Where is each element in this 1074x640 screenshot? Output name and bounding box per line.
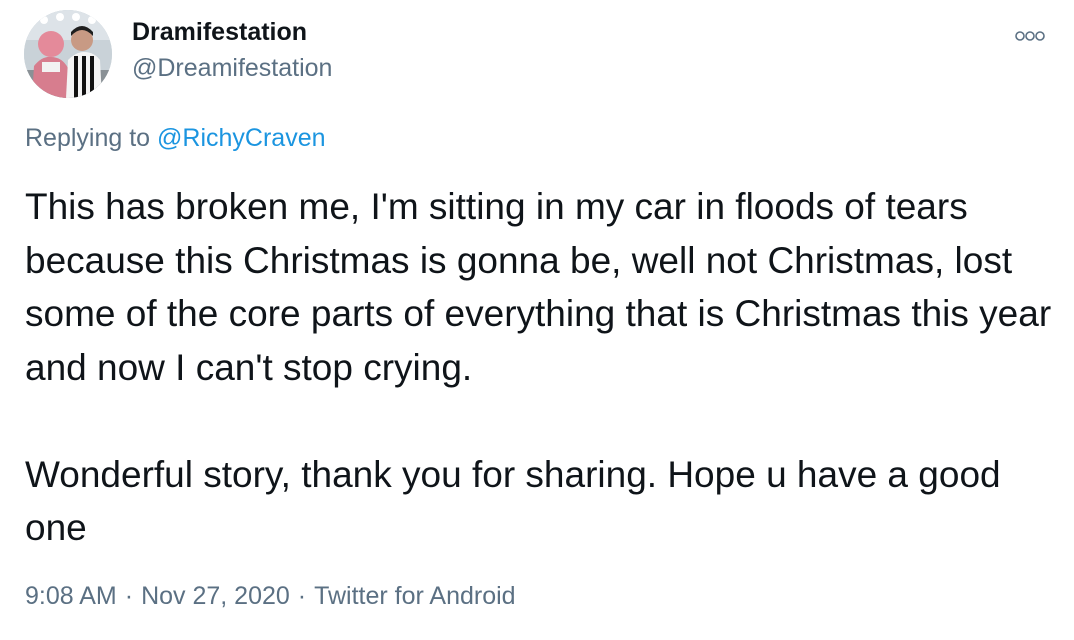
user-handle[interactable]: @Dreamifestation — [132, 54, 332, 83]
meta-separator: · — [124, 582, 134, 610]
avatar-photo-icon — [24, 10, 112, 98]
tweet-text: This has broken me, I'm sitting in my ca… — [25, 180, 1055, 555]
tweet-card: Dramifestation @Dreamifestation Replying… — [0, 0, 1074, 640]
tweet-meta: 9:08 AM · Nov 27, 2020 · Twitter for Android — [25, 582, 516, 611]
avatar[interactable] — [24, 10, 112, 98]
mention-link[interactable]: @RichyCraven — [157, 124, 325, 152]
tweet-paragraph: This has broken me, I'm sitting in my ca… — [25, 186, 1052, 388]
replying-to-label: Replying to — [25, 124, 158, 152]
display-name[interactable]: Dramifestation — [132, 18, 307, 47]
tweet-source[interactable]: Twitter for Android — [314, 582, 515, 610]
more-options-icon — [1015, 31, 1045, 41]
meta-separator: · — [297, 582, 307, 610]
tweet-paragraph: Wonderful story, thank you for sharing. … — [25, 453, 1001, 549]
more-options-button[interactable] — [1010, 22, 1050, 50]
tweet-date[interactable]: Nov 27, 2020 — [141, 582, 290, 610]
tweet-time[interactable]: 9:08 AM — [25, 582, 117, 610]
replying-to: Replying to @RichyCraven — [25, 124, 326, 153]
